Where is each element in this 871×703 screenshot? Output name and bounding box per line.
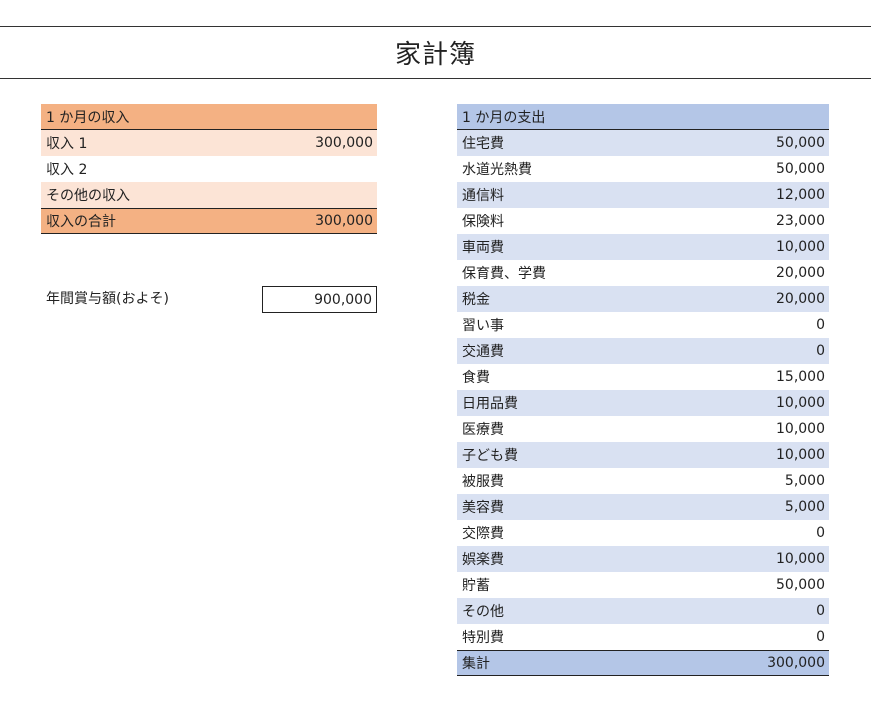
income-row[interactable]: 収入 2 <box>41 156 377 182</box>
expenses-total-value: 300,000 <box>767 655 825 671</box>
expense-row-value[interactable]: 12,000 <box>776 187 825 203</box>
expense-row-label: 住宅費 <box>462 136 504 152</box>
income-total-value: 300,000 <box>315 213 373 229</box>
title-band: 家計簿 <box>0 26 871 79</box>
expense-row-value[interactable]: 0 <box>816 603 825 619</box>
expense-row-value[interactable]: 5,000 <box>785 499 825 515</box>
expense-row-label: 保険料 <box>462 214 504 230</box>
expense-row[interactable]: 食費 15,000 <box>457 364 829 390</box>
expense-row-label: 貯蓄 <box>462 578 490 594</box>
expense-row[interactable]: 税金 20,000 <box>457 286 829 312</box>
expense-row-value[interactable]: 10,000 <box>776 421 825 437</box>
expense-row-label: 税金 <box>462 292 490 308</box>
expense-row-label: 車両費 <box>462 240 504 256</box>
expense-row-label: その他 <box>462 604 504 620</box>
expense-row-value[interactable]: 20,000 <box>776 265 825 281</box>
expense-row-label: 保育費、学費 <box>462 266 546 282</box>
income-row-value[interactable]: 300,000 <box>315 135 373 151</box>
expense-row-value[interactable]: 50,000 <box>776 161 825 177</box>
expense-row[interactable]: 子ども費 10,000 <box>457 442 829 468</box>
bonus-label: 年間賞与額(およそ) <box>46 291 169 307</box>
expense-row[interactable]: 保育費、学費 20,000 <box>457 260 829 286</box>
expense-row-value[interactable]: 23,000 <box>776 213 825 229</box>
income-row-label: その他の収入 <box>46 188 130 204</box>
expense-row-value[interactable]: 20,000 <box>776 291 825 307</box>
expense-row-label: 子ども費 <box>462 448 518 464</box>
income-row[interactable]: その他の収入 <box>41 182 377 208</box>
page-title: 家計簿 <box>394 40 476 70</box>
expense-row-label: 交際費 <box>462 526 504 542</box>
bonus-value[interactable]: 900,000 <box>314 292 372 308</box>
expense-row[interactable]: 住宅費 50,000 <box>457 130 829 156</box>
expenses-table: 1 か月の支出 住宅費 50,000 水道光熱費 50,000 通信料 12,000 … <box>457 104 829 676</box>
expense-row[interactable]: 貯蓄 50,000 <box>457 572 829 598</box>
income-table: 1 か月の収入 収入 1 300,000 収入 2 その他の収入 収入の合計 3… <box>41 104 377 234</box>
income-row-label: 収入 1 <box>46 136 88 152</box>
expense-row-value[interactable]: 5,000 <box>785 473 825 489</box>
expenses-total-row: 集計 300,000 <box>457 650 829 676</box>
expense-row[interactable]: 習い事 0 <box>457 312 829 338</box>
expense-row-label: 交通費 <box>462 344 504 360</box>
expense-row[interactable]: 美容費 5,000 <box>457 494 829 520</box>
expense-row-value[interactable]: 50,000 <box>776 135 825 151</box>
bonus-input[interactable]: 900,000 <box>262 286 377 313</box>
expense-row-value[interactable]: 0 <box>816 317 825 333</box>
expense-row[interactable]: 交通費 0 <box>457 338 829 364</box>
expense-row-label: 通信料 <box>462 188 504 204</box>
income-total-label: 収入の合計 <box>46 214 116 230</box>
expense-row[interactable]: 交際費 0 <box>457 520 829 546</box>
expense-row[interactable]: 娯楽費 10,000 <box>457 546 829 572</box>
expense-row[interactable]: 日用品費 10,000 <box>457 390 829 416</box>
expenses-total-label: 集計 <box>462 656 490 672</box>
expense-row-label: 特別費 <box>462 630 504 646</box>
expense-row-label: 美容費 <box>462 500 504 516</box>
expense-row-label: 娯楽費 <box>462 552 504 568</box>
expense-row[interactable]: 医療費 10,000 <box>457 416 829 442</box>
expenses-header: 1 か月の支出 <box>457 104 829 130</box>
income-row-label: 収入 2 <box>46 162 88 178</box>
expense-row-label: 習い事 <box>462 318 504 334</box>
expense-row[interactable]: 被服費 5,000 <box>457 468 829 494</box>
income-total-row: 収入の合計 300,000 <box>41 208 377 234</box>
expense-row-value[interactable]: 50,000 <box>776 577 825 593</box>
income-row[interactable]: 収入 1 300,000 <box>41 130 377 156</box>
expense-row-label: 医療費 <box>462 422 504 438</box>
expense-row-value[interactable]: 0 <box>816 629 825 645</box>
expense-row-value[interactable]: 10,000 <box>776 395 825 411</box>
expense-row-label: 水道光熱費 <box>462 162 532 178</box>
expenses-header-label: 1 か月の支出 <box>462 109 546 126</box>
expense-row-value[interactable]: 0 <box>816 343 825 359</box>
expense-row[interactable]: 通信料 12,000 <box>457 182 829 208</box>
expense-row[interactable]: その他 0 <box>457 598 829 624</box>
expense-row-value[interactable]: 10,000 <box>776 551 825 567</box>
income-header: 1 か月の収入 <box>41 104 377 130</box>
expense-row-value[interactable]: 10,000 <box>776 447 825 463</box>
expense-row-value[interactable]: 15,000 <box>776 369 825 385</box>
expense-row[interactable]: 水道光熱費 50,000 <box>457 156 829 182</box>
expense-row-label: 被服費 <box>462 474 504 490</box>
income-header-label: 1 か月の収入 <box>46 109 130 126</box>
expense-row-label: 食費 <box>462 370 490 386</box>
expense-row-value[interactable]: 10,000 <box>776 239 825 255</box>
expense-row-label: 日用品費 <box>462 396 518 412</box>
expense-row[interactable]: 車両費 10,000 <box>457 234 829 260</box>
expense-row[interactable]: 特別費 0 <box>457 624 829 650</box>
expense-row[interactable]: 保険料 23,000 <box>457 208 829 234</box>
expense-row-value[interactable]: 0 <box>816 525 825 541</box>
